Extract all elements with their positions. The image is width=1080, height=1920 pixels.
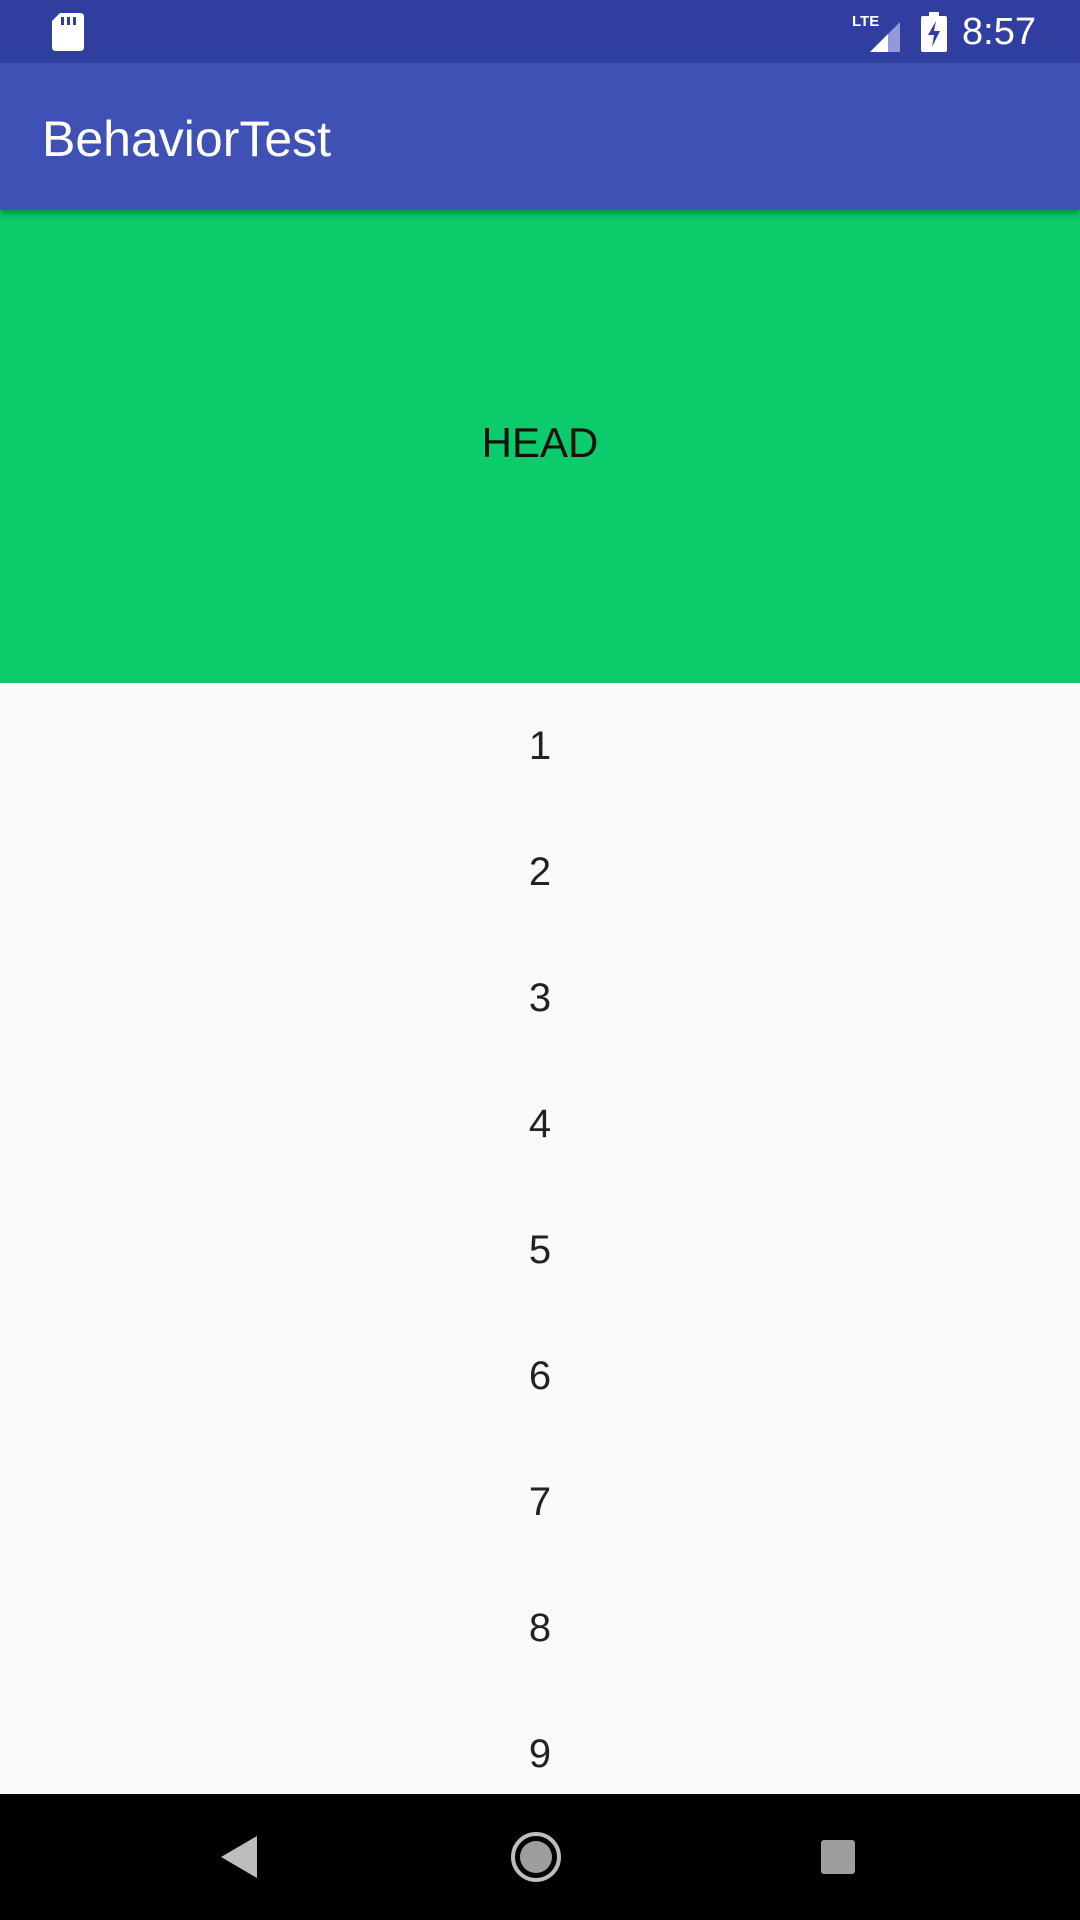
- list-item[interactable]: 7: [0, 1439, 1080, 1565]
- back-triangle-icon[interactable]: [217, 1834, 261, 1880]
- list-item-label: 4: [528, 1102, 552, 1146]
- list-item[interactable]: 6: [0, 1313, 1080, 1439]
- navigation-bar: [0, 1794, 1080, 1920]
- home-circle-icon[interactable]: [510, 1831, 562, 1883]
- list-item-label: 6: [528, 1354, 552, 1398]
- number-list[interactable]: 1 2 3 4 5 6 7 8 9: [0, 683, 1080, 1794]
- app-bar: BehaviorTest: [0, 63, 1080, 210]
- list-item-label: 2: [528, 850, 552, 894]
- cell-signal-icon: LTE: [852, 13, 900, 52]
- recents-square-icon[interactable]: [818, 1837, 858, 1877]
- list-item[interactable]: 3: [0, 935, 1080, 1061]
- head-panel: HEAD: [0, 210, 1080, 683]
- list-item[interactable]: 8: [0, 1565, 1080, 1691]
- list-item[interactable]: 2: [0, 809, 1080, 935]
- list-item[interactable]: 9: [0, 1691, 1080, 1794]
- status-bar: LTE 8:57: [0, 0, 1080, 63]
- list-item[interactable]: 4: [0, 1061, 1080, 1187]
- head-label: HEAD: [481, 419, 599, 466]
- network-type-label: LTE: [852, 13, 879, 30]
- list-item-label: 8: [528, 1606, 552, 1650]
- battery-charging-icon: [921, 12, 947, 52]
- list-item-label: 3: [528, 976, 552, 1020]
- list-item-label: 1: [528, 724, 552, 768]
- list-item-label: 7: [528, 1480, 552, 1524]
- sd-card-icon: [52, 13, 84, 51]
- screen: LTE 8:57 BehaviorTest HEAD 1 2 3 4 5 6 7…: [0, 0, 1080, 1920]
- list-item[interactable]: 5: [0, 1187, 1080, 1313]
- list-item-label: 9: [528, 1732, 552, 1776]
- app-title: BehaviorTest: [42, 111, 332, 167]
- status-clock: 8:57: [962, 11, 1036, 53]
- list-item-label: 5: [528, 1228, 552, 1272]
- list-item[interactable]: 1: [0, 683, 1080, 809]
